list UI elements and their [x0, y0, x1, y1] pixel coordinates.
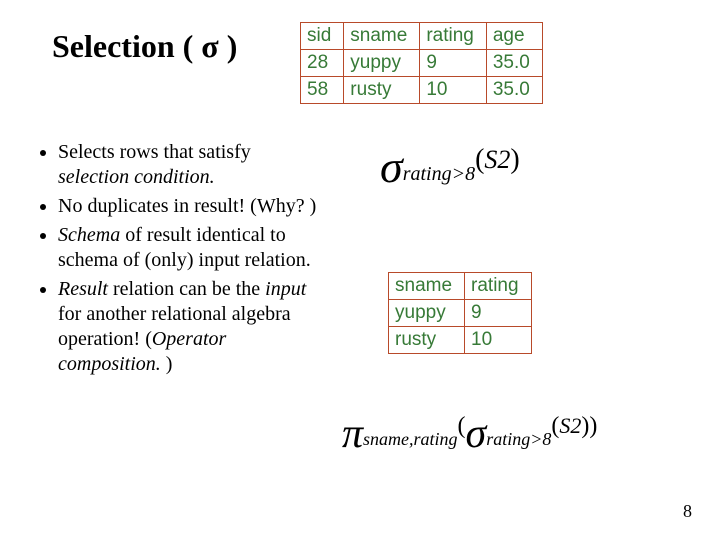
page-number: 8	[683, 501, 692, 522]
table-header-row: sname rating	[389, 273, 532, 300]
table-row: rusty 10	[389, 327, 532, 354]
sigma-icon: σ	[466, 411, 487, 457]
bullet-list: Selects rows that satisfy selection cond…	[40, 140, 320, 381]
bullet-1: Selects rows that satisfy selection cond…	[58, 140, 320, 190]
bullet-2: No duplicates in result! (Why? )	[58, 194, 320, 219]
bullet-4: Result relation can be the input for ano…	[58, 277, 320, 377]
sigma-symbol: σ	[201, 28, 218, 64]
col-sname: sname	[389, 273, 465, 300]
table-row: 28 yuppy 9 35.0	[301, 50, 543, 77]
table-row: yuppy 9	[389, 300, 532, 327]
projection-result-table: sname rating yuppy 9 rusty 10	[388, 272, 532, 354]
selection-result-table: sid sname rating age 28 yuppy 9 35.0 58 …	[300, 22, 543, 104]
table-header-row: sid sname rating age	[301, 23, 543, 50]
title-suffix: )	[219, 28, 238, 64]
pi-icon: π	[342, 411, 363, 457]
slide: Selection ( σ ) Selects rows that satisf…	[0, 0, 720, 540]
title-prefix: Selection (	[52, 28, 201, 64]
slide-title: Selection ( σ )	[52, 28, 237, 65]
col-rating: rating	[465, 273, 532, 300]
projection-formula: πsname,rating(σrating>8(S2))	[342, 410, 597, 458]
bullet-3: Schema of result identical to schema of …	[58, 223, 320, 273]
col-age: age	[486, 23, 542, 50]
sigma-icon: σ	[380, 141, 403, 192]
col-sname: sname	[344, 23, 420, 50]
selection-formula: σrating>8(S2)	[380, 140, 520, 193]
table-row: 58 rusty 10 35.0	[301, 77, 543, 104]
col-sid: sid	[301, 23, 344, 50]
col-rating: rating	[420, 23, 487, 50]
